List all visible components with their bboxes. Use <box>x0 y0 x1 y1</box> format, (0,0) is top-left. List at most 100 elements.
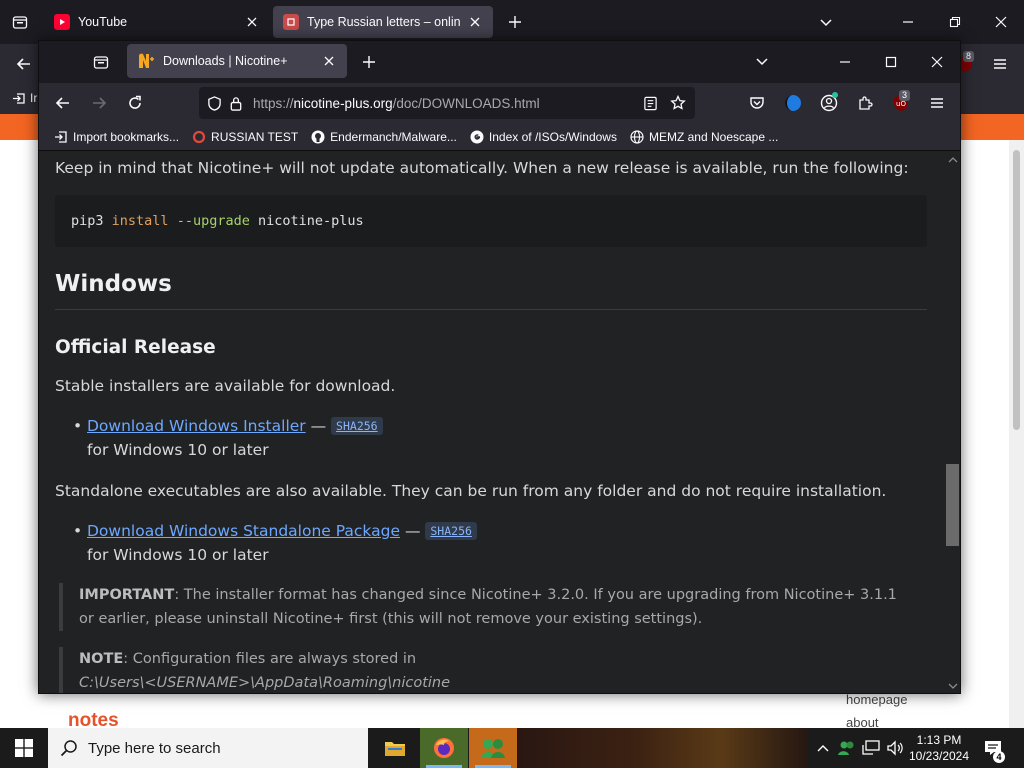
close-icon[interactable] <box>467 14 483 30</box>
reload-icon[interactable] <box>123 91 147 115</box>
outer-bookmark-import[interactable]: Ir <box>12 91 37 105</box>
tab-downloads-nicotine[interactable]: Downloads | Nicotine+ <box>127 44 347 78</box>
page-content: Keep in mind that Nicotine+ will not upd… <box>39 151 944 693</box>
stable-installers-text: Stable installers are available for down… <box>55 377 396 395</box>
list-all-tabs-icon[interactable] <box>8 10 32 34</box>
list-all-tabs-icon[interactable] <box>89 50 113 74</box>
download-installer-link[interactable]: Download Windows Installer <box>87 417 306 435</box>
bookmark-label: Import bookmarks... <box>73 129 180 144</box>
search-icon <box>60 739 78 757</box>
download-standalone-link[interactable]: Download Windows Standalone Package <box>87 522 400 540</box>
svg-text:uO: uO <box>896 100 906 108</box>
clock-date: 10/23/2024 <box>908 749 970 763</box>
bookmark-russian-test[interactable]: RUSSIAN TEST <box>191 129 298 145</box>
file-explorer-icon[interactable] <box>371 728 419 768</box>
chevron-down-icon[interactable] <box>816 12 836 32</box>
account-icon[interactable] <box>817 91 841 115</box>
dark-reader-icon[interactable] <box>781 91 805 115</box>
url-text: https://nicotine-plus.org/doc/DOWNLOADS.… <box>253 95 540 111</box>
navigation-toolbar: https://nicotine-plus.org/doc/DOWNLOADS.… <box>39 83 960 123</box>
intro-text: Keep in mind that Nicotine+ will not upd… <box>55 159 909 177</box>
extensions-puzzle-icon[interactable] <box>853 91 877 115</box>
youtube-icon <box>54 14 70 30</box>
clock-time: 1:13 PM <box>916 733 962 747</box>
taskbar-search-box[interactable]: Type here to search <box>48 728 368 768</box>
scroll-up-icon[interactable] <box>948 155 958 165</box>
back-arrow-icon[interactable] <box>12 52 36 76</box>
menu-icon[interactable] <box>988 52 1012 76</box>
page-scrollbar[interactable] <box>944 151 960 693</box>
shield-icon[interactable] <box>203 92 225 114</box>
note-callout: NOTE: Configuration files are always sto… <box>59 647 909 693</box>
restore-icon[interactable] <box>943 10 967 34</box>
bookmark-label: Endermanch/Malware... <box>330 129 457 144</box>
nicotine-tray-icon[interactable] <box>836 728 858 768</box>
windows-taskbar: Type here to search 1:13 PM 10/23/2024 4 <box>0 728 1024 768</box>
taskbar-clock[interactable]: 1:13 PM 10/23/2024 <box>904 732 974 764</box>
firefox-window: Downloads | Nicotine+ https://nicotine-p… <box>38 40 961 694</box>
requirement-text: for Windows 10 or later <box>87 546 269 564</box>
extension-badge: 8 <box>963 51 975 62</box>
outer-bookmark-label: Ir <box>30 91 38 105</box>
close-window-icon[interactable] <box>989 10 1013 34</box>
outer-tab-youtube[interactable]: YouTube <box>44 6 270 38</box>
ublock-origin-icon[interactable]: uO 3 <box>889 90 913 115</box>
bookmark-star-icon[interactable] <box>667 92 689 114</box>
outer-tab-label: YouTube <box>78 15 128 29</box>
outer-scrollbar[interactable] <box>1009 140 1024 728</box>
scroll-down-icon[interactable] <box>948 681 958 691</box>
tab-bar: Downloads | Nicotine+ <box>39 41 960 83</box>
reader-view-icon[interactable] <box>639 92 661 114</box>
sha256-link[interactable]: SHA256 <box>331 417 383 435</box>
search-placeholder: Type here to search <box>88 739 221 757</box>
chevron-up-icon[interactable] <box>814 728 832 768</box>
notification-count-badge: 4 <box>993 751 1005 763</box>
sha256-link[interactable]: SHA256 <box>425 522 477 540</box>
minimize-icon[interactable] <box>833 50 857 74</box>
windows-start-icon[interactable] <box>0 728 48 768</box>
sync-dot <box>832 92 838 98</box>
firefox-taskbar-icon[interactable] <box>420 728 468 768</box>
maximize-icon[interactable] <box>879 50 903 74</box>
bookmark-import[interactable]: Import bookmarks... <box>53 129 179 145</box>
globe-icon <box>629 129 645 145</box>
menu-icon[interactable] <box>925 91 949 115</box>
bookmark-label: RUSSIAN TEST <box>211 129 299 144</box>
new-tab-icon[interactable] <box>505 12 525 32</box>
network-icon[interactable] <box>860 728 882 768</box>
nicotine-plus-icon <box>137 52 155 70</box>
russian-keyboard-icon <box>283 14 299 30</box>
bookmark-endermanch[interactable]: Endermanch/Malware... <box>310 129 457 145</box>
new-tab-icon[interactable] <box>359 52 379 72</box>
close-window-icon[interactable] <box>925 50 949 74</box>
bookmark-memz[interactable]: MEMZ and Noescape ... <box>629 129 778 145</box>
bookmark-index-isos[interactable]: Index of /ISOs/Windows <box>469 129 617 145</box>
homepage-link[interactable]: homepage <box>846 692 907 707</box>
outer-tab-type-russian[interactable]: Type Russian letters – online Ru <box>273 6 493 38</box>
forward-arrow-icon[interactable] <box>87 91 111 115</box>
lock-icon[interactable] <box>225 92 247 114</box>
bookmarks-toolbar: Import bookmarks... RUSSIAN TEST Enderma… <box>39 123 960 151</box>
pocket-icon[interactable] <box>745 91 769 115</box>
divider <box>55 309 927 310</box>
tab-label: Downloads | Nicotine+ <box>163 54 288 68</box>
back-arrow-icon[interactable] <box>51 91 75 115</box>
taskbar-background-decoration <box>518 728 808 768</box>
address-bar[interactable]: https://nicotine-plus.org/doc/DOWNLOADS.… <box>199 87 695 119</box>
nicotine-taskbar-icon[interactable] <box>469 728 517 768</box>
outer-tab-bar: YouTube Type Russian letters – online Ru <box>0 0 1024 44</box>
minimize-icon[interactable] <box>896 10 920 34</box>
chevron-down-icon[interactable] <box>752 51 772 71</box>
ring-icon <box>191 129 207 145</box>
import-icon <box>12 91 26 105</box>
standalone-text: Standalone executables are also availabl… <box>55 482 887 500</box>
code-block: pip3 install --upgrade nicotine-plus <box>55 195 927 247</box>
import-icon <box>53 129 69 145</box>
list-item-standalone: • Download Windows Standalone Package — … <box>73 522 477 564</box>
windows-heading: Windows <box>55 271 172 297</box>
official-release-heading: Official Release <box>55 337 216 358</box>
close-icon[interactable] <box>244 14 260 30</box>
close-tab-icon[interactable] <box>321 53 337 69</box>
volume-icon[interactable] <box>884 728 906 768</box>
scrollbar-thumb[interactable] <box>946 464 959 546</box>
